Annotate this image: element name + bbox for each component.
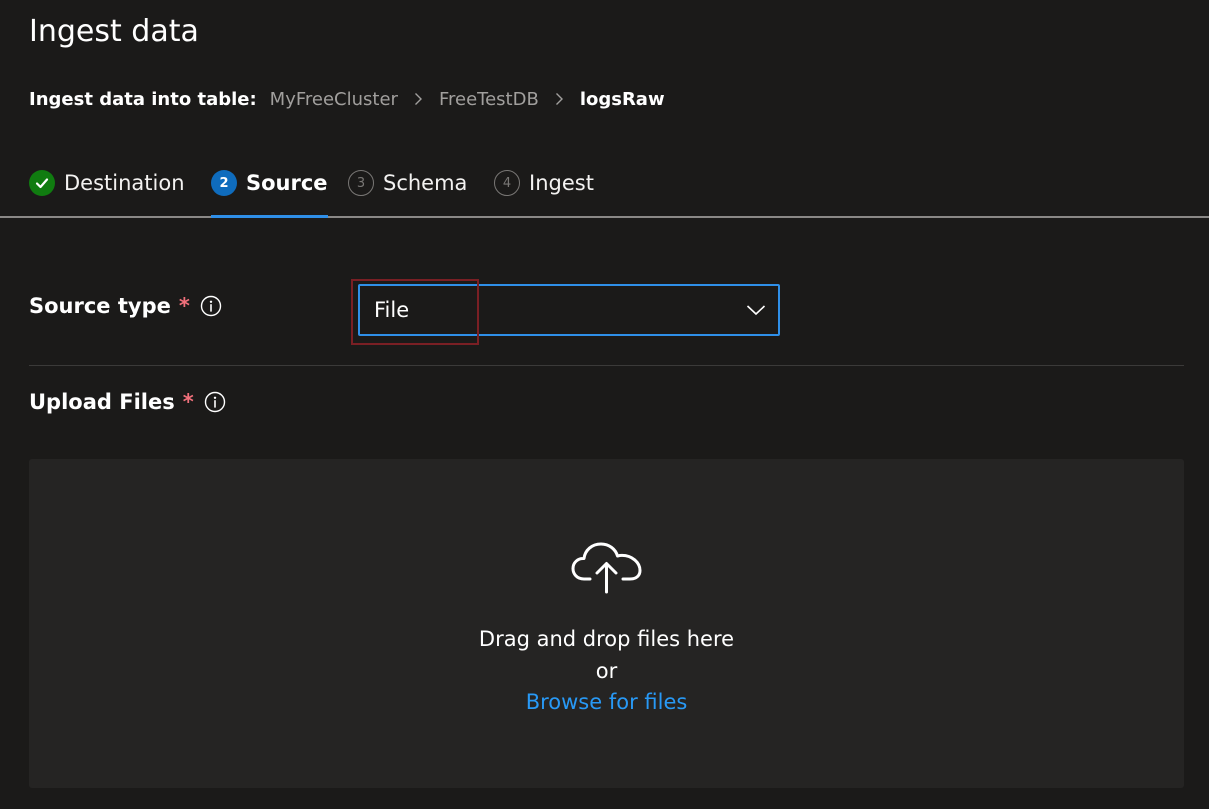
breadcrumb: Ingest data into table: MyFreeCluster Fr…	[29, 86, 665, 112]
source-type-label: Source type *	[29, 294, 222, 318]
page-title: Ingest data	[29, 14, 199, 49]
breadcrumb-label: Ingest data into table:	[29, 88, 257, 110]
chevron-right-icon	[414, 92, 423, 106]
step-label: Destination	[64, 171, 185, 195]
step-source[interactable]: 2 Source	[211, 150, 328, 218]
section-divider	[29, 365, 1184, 366]
step-label: Schema	[383, 171, 468, 195]
source-type-value: File	[374, 298, 410, 322]
step-number: 4	[494, 170, 520, 196]
drop-instructions: Drag and drop files here	[478, 627, 735, 651]
browse-files-link[interactable]: Browse for files	[526, 690, 688, 714]
required-indicator: *	[182, 390, 194, 414]
upload-files-label-text: Upload Files	[29, 390, 175, 414]
chevron-down-icon	[746, 300, 766, 324]
step-destination[interactable]: Destination	[29, 150, 185, 216]
checkmark-icon	[29, 170, 55, 196]
upload-files-label: Upload Files *	[29, 390, 226, 414]
breadcrumb-item-table: logsRaw	[579, 88, 665, 110]
step-schema[interactable]: 3 Schema	[348, 150, 467, 216]
or-text: or	[595, 659, 618, 683]
step-number: 3	[348, 170, 374, 196]
chevron-right-icon	[555, 92, 564, 106]
browse-files-link-row: Browse for files	[29, 690, 1184, 714]
file-drop-zone[interactable]: Drag and drop files here or Browse for f…	[29, 459, 1184, 788]
step-label: Source	[246, 171, 328, 195]
step-ingest[interactable]: 4 Ingest	[494, 150, 594, 216]
wizard-steps: Destination 2 Source 3 Schema 4 Ingest	[0, 150, 1209, 218]
step-number: 2	[211, 170, 237, 196]
required-indicator: *	[178, 294, 190, 318]
step-label: Ingest	[529, 171, 594, 195]
breadcrumb-item-database[interactable]: FreeTestDB	[439, 89, 539, 110]
source-type-label-text: Source type	[29, 294, 171, 318]
cloud-upload-icon	[570, 537, 644, 599]
info-icon[interactable]	[200, 295, 222, 317]
breadcrumb-item-cluster[interactable]: MyFreeCluster	[270, 89, 398, 110]
source-type-dropdown[interactable]: File	[358, 284, 780, 336]
info-icon[interactable]	[204, 391, 226, 413]
